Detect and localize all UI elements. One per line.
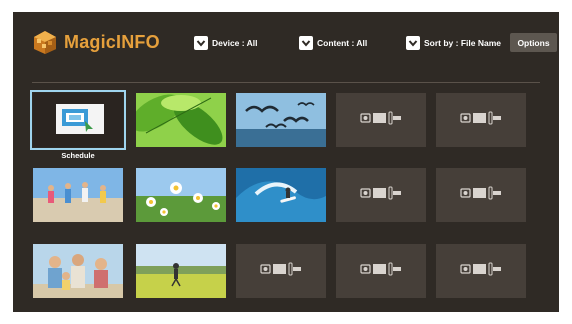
photo-thumbnail-green-leaves[interactable] [136,93,226,147]
options-button[interactable]: Options [510,33,557,52]
photo-thumbnail-daisies-field[interactable] [136,168,226,222]
device-filter-label: Device : All [212,38,258,48]
chevron-down-icon [406,36,420,50]
sort-filter[interactable]: Sort by : File Name [406,34,501,52]
app-title: MagicINFO [64,32,160,52]
media-placeholder-icon [460,186,502,205]
chevron-down-icon [299,36,313,50]
schedule-tile[interactable] [30,90,126,150]
chevron-down-icon [194,36,208,50]
device-filter[interactable]: Device : All [194,34,258,52]
photo-thumbnail-child-in-field[interactable] [136,244,226,298]
media-placeholder-icon [260,262,302,281]
photo-thumbnail-seagulls-over-sea[interactable] [236,93,326,147]
schedule-caption: Schedule [61,151,95,160]
media-placeholder-icon [460,111,502,130]
media-placeholder-icon [460,262,502,281]
empty-content-tile[interactable] [436,244,526,298]
empty-content-tile[interactable] [336,93,426,147]
photo-thumbnail-family-running-on-beach[interactable] [33,168,123,222]
photo-thumbnail-family-group[interactable] [33,244,123,298]
magicinfo-logo-icon [34,31,56,54]
magicinfo-screen: MagicINFO Device : All Content : All Sor… [13,12,559,312]
content-filter[interactable]: Content : All [299,34,367,52]
media-placeholder-icon [360,262,402,281]
header: MagicINFO Device : All Content : All Sor… [13,12,559,76]
sort-filter-label: Sort by : File Name [424,38,501,48]
empty-content-tile[interactable] [336,244,426,298]
empty-content-tile[interactable] [436,93,526,147]
media-placeholder-icon [360,186,402,205]
photo-thumbnail-surfer-on-wave[interactable] [236,168,326,222]
header-divider [32,82,540,83]
empty-content-tile[interactable] [436,168,526,222]
empty-content-tile[interactable] [336,168,426,222]
media-placeholder-icon [360,111,402,130]
empty-content-tile[interactable] [236,244,326,298]
content-filter-label: Content : All [317,38,368,48]
